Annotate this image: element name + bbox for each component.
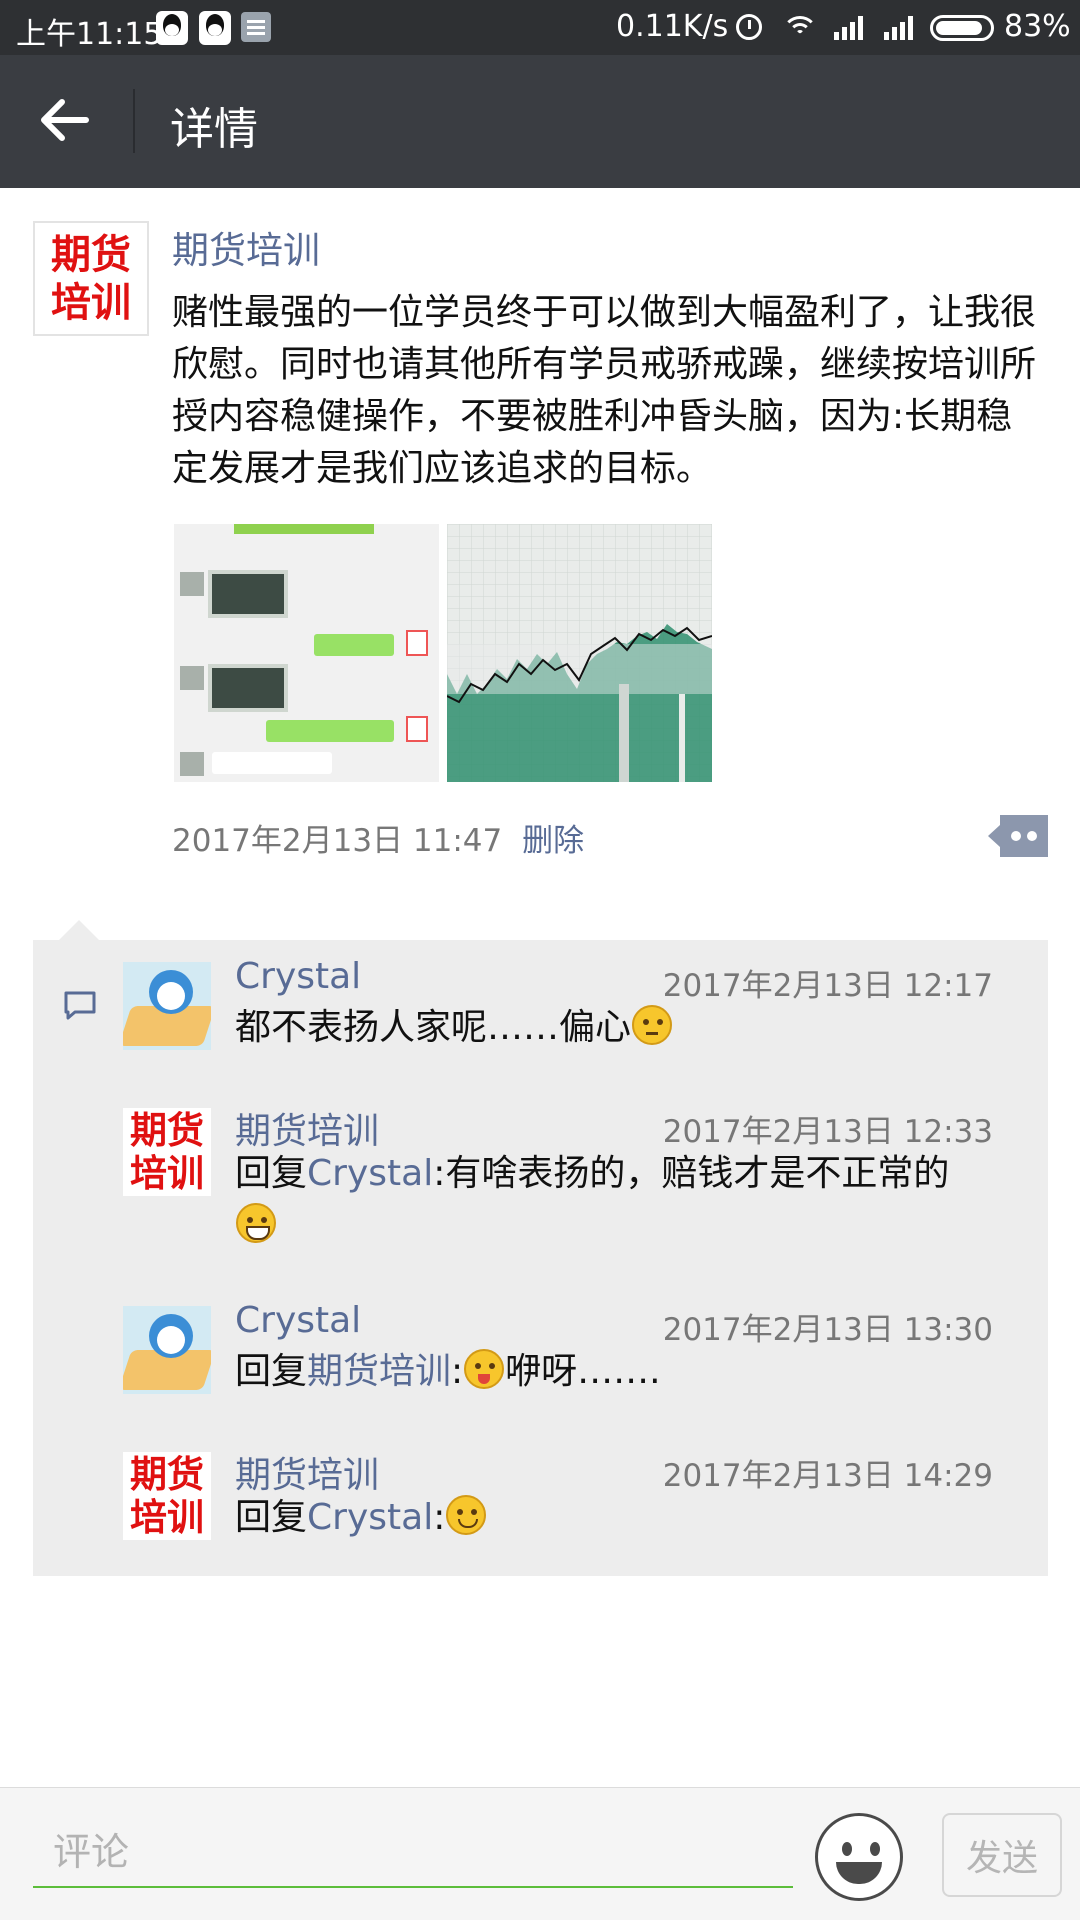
avatar-text: 培训 — [130, 1152, 204, 1195]
comment-time: 2017年2月13日 13:30 — [662, 1312, 993, 1348]
qq-notification-icon — [156, 11, 188, 45]
comment-author[interactable]: Crystal — [235, 956, 361, 997]
reply-to-link[interactable]: 期货培训 — [307, 1351, 451, 1392]
chart-photo — [447, 524, 712, 782]
comment-bubble-icon — [64, 991, 96, 1020]
commenter-avatar-crystal[interactable] — [123, 1306, 211, 1394]
delete-link[interactable]: 删除 — [522, 823, 584, 859]
emoji-picker-button[interactable] — [815, 1813, 903, 1901]
back-arrow-icon — [41, 99, 89, 141]
comment-time: 2017年2月13日 14:29 — [662, 1458, 993, 1494]
reply-to-link[interactable]: Crystal — [307, 1153, 433, 1194]
qq-notification-icon — [199, 11, 231, 45]
comment-text: 回复期货培训: 咿呀……. — [235, 1346, 1035, 1398]
comment-section: Crystal 2017年2月13日 12:17 都不表扬人家呢……偏心 期货 … — [33, 920, 1048, 1576]
comment-input[interactable] — [33, 1818, 793, 1888]
post-meta: 2017年2月13日 11:47 删除 — [172, 815, 584, 860]
title-divider — [133, 89, 135, 153]
comment-author[interactable]: 期货培训 — [235, 1446, 379, 1498]
comment-body: : — [433, 1497, 446, 1538]
comment-author[interactable]: Crystal — [235, 1300, 361, 1341]
grin-emoji-icon — [236, 1203, 276, 1243]
avatar-text: 培训 — [130, 1496, 204, 1539]
wink-emoji-icon — [464, 1349, 505, 1389]
poster-name[interactable]: 期货培训 — [172, 220, 320, 274]
comment-text: 回复Crystal:有啥表扬的，赔钱才是不正常的 — [235, 1148, 1035, 1252]
avatar-text: 期货 — [130, 1453, 204, 1496]
send-button[interactable]: 发送 — [942, 1813, 1062, 1897]
title-bar: 详情 — [0, 55, 1080, 188]
commenter-avatar-futures-training[interactable]: 期货 培训 — [123, 1452, 211, 1540]
reply-prefix: 回复 — [235, 1497, 308, 1538]
battery-level: 83% — [1004, 9, 1071, 44]
comment-time: 2017年2月13日 12:33 — [662, 1114, 993, 1150]
reply-prefix: 回复 — [235, 1153, 308, 1194]
comment-body: 咿呀……. — [505, 1351, 661, 1392]
signal-icon — [832, 14, 866, 40]
wifi-icon — [782, 14, 818, 40]
avatar-text: 期货 — [51, 231, 131, 278]
comment-body: :有啥表扬的，赔钱才是不正常的 — [433, 1153, 950, 1194]
comment-colon: : — [451, 1351, 464, 1392]
post-image-chart[interactable] — [447, 524, 712, 782]
comment-body: 都不表扬人家呢……偏心 — [235, 1007, 632, 1048]
reply-to-link[interactable]: Crystal — [307, 1497, 433, 1538]
comment-author[interactable]: 期货培训 — [235, 1102, 379, 1154]
message-notification-icon — [241, 12, 271, 42]
post-timestamp: 2017年2月13日 11:47 — [172, 823, 503, 859]
comment-text: 都不表扬人家呢……偏心 — [235, 1002, 1035, 1054]
thinking-emoji-icon — [632, 1005, 673, 1045]
reply-prefix: 回复 — [235, 1351, 308, 1392]
comment-text: 回复Crystal: — [235, 1492, 1035, 1544]
post-image-chat-screenshot[interactable] — [174, 524, 439, 782]
back-button[interactable] — [30, 85, 100, 155]
poster-avatar[interactable]: 期货 培训 — [33, 221, 149, 336]
status-time: 上午11:15 — [16, 17, 163, 52]
more-dots-icon — [988, 815, 1048, 857]
battery-icon — [930, 15, 994, 41]
avatar-text: 期货 — [130, 1109, 204, 1152]
comment-more-button[interactable] — [988, 815, 1048, 857]
alarm-icon — [736, 14, 762, 40]
network-speed: 0.11K/s — [616, 9, 729, 44]
comment-input-bar: 发送 — [0, 1787, 1080, 1920]
status-bar: 上午11:15 0.11K/s 83% — [0, 0, 1080, 55]
commenter-avatar-crystal[interactable] — [123, 962, 211, 1050]
smile-emoji-icon — [446, 1495, 487, 1535]
post-text: 赌性最强的一位学员终于可以做到大幅盈利了，让我很欣慰。同时也请其他所有学员戒骄戒… — [172, 292, 1037, 489]
comment-time: 2017年2月13日 12:17 — [662, 968, 993, 1004]
signal-icon — [882, 14, 916, 40]
page-title: 详情 — [170, 104, 258, 155]
avatar-text: 培训 — [51, 279, 131, 326]
commenter-avatar-futures-training[interactable]: 期货 培训 — [123, 1108, 211, 1196]
